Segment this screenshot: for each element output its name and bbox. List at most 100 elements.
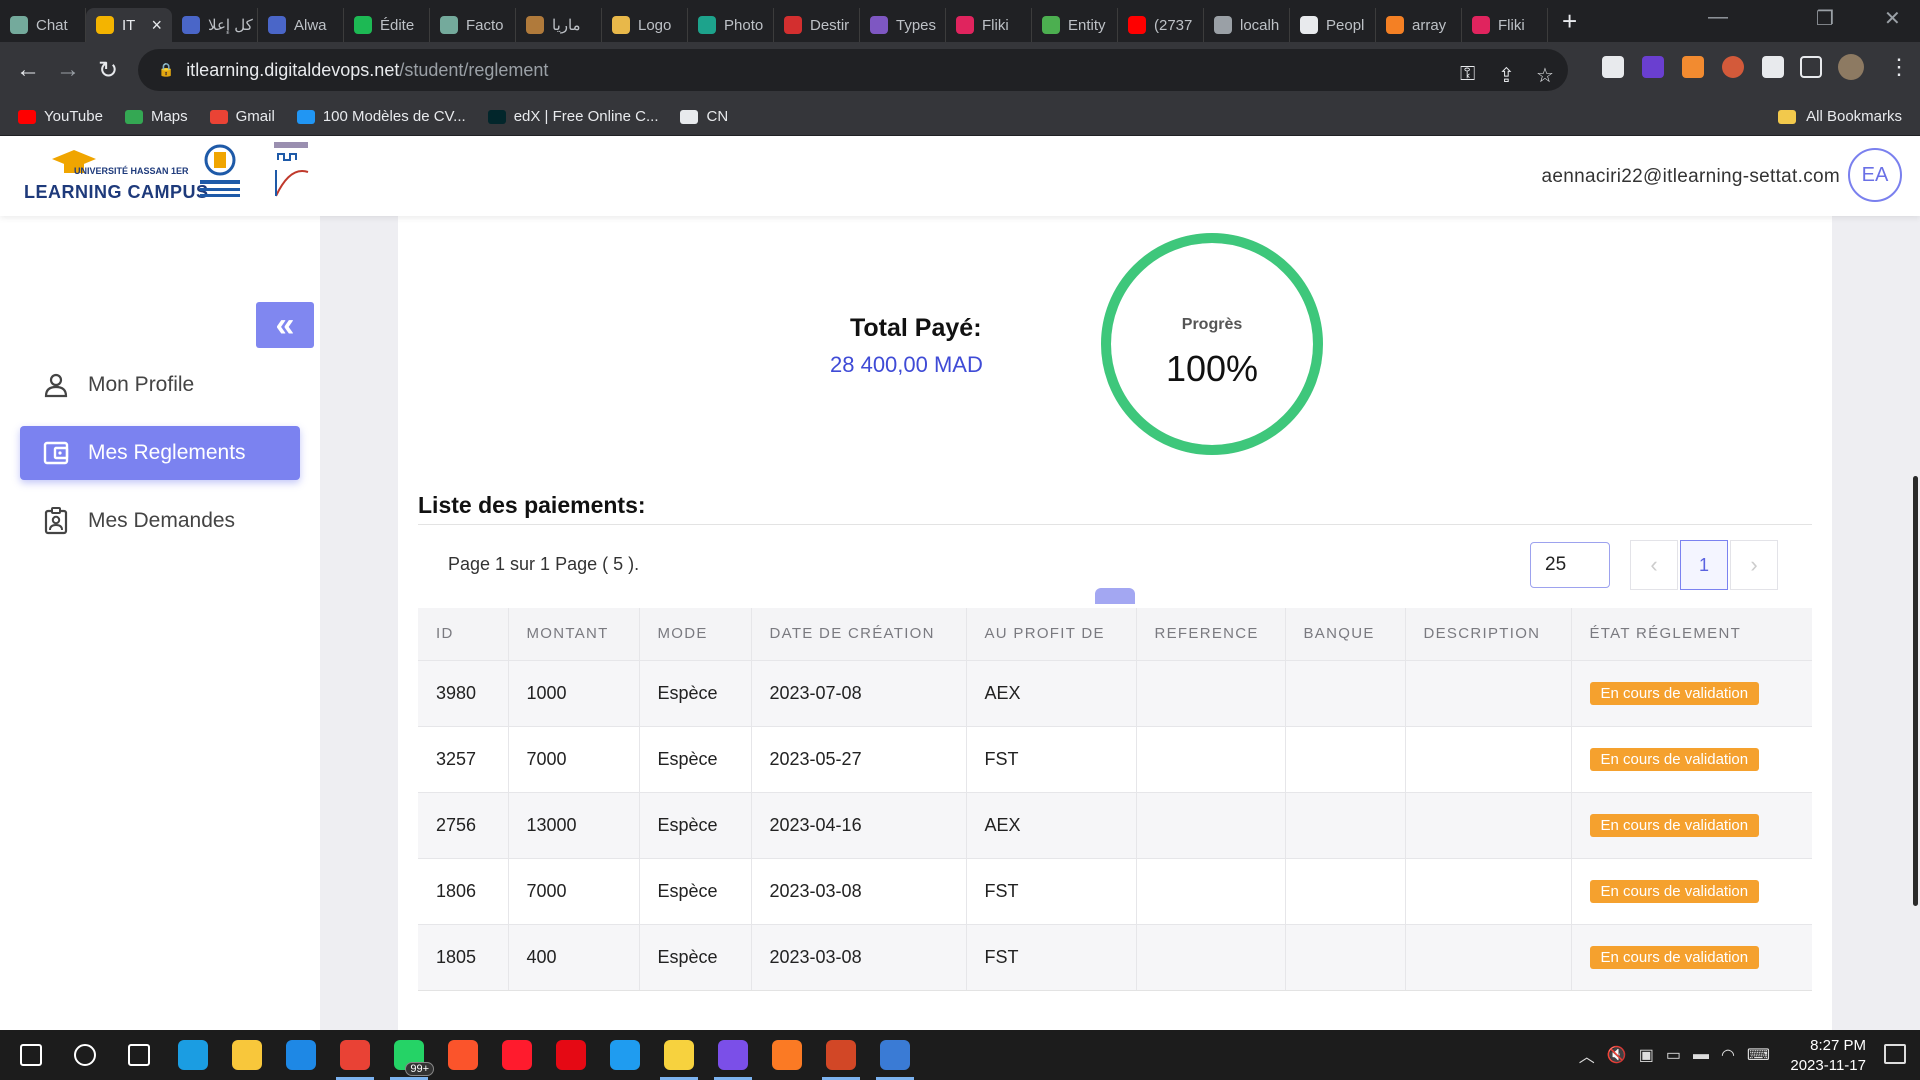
sidebar-item-mon-profile[interactable]: Mon Profile (20, 358, 300, 412)
bookmark-item[interactable]: edX | Free Online C... (487, 108, 658, 125)
per-page-input[interactable] (1530, 542, 1610, 588)
browser-tab[interactable]: Alwa (258, 8, 344, 42)
browser-menu-icon[interactable]: ⋮ (1888, 54, 1910, 80)
taskbar-app[interactable] (220, 1030, 274, 1080)
browser-tab[interactable]: (2737 (1118, 8, 1204, 42)
column-header-mode[interactable]: MODE (639, 608, 752, 660)
restore-icon[interactable]: ❐ (1816, 6, 1834, 31)
sidebar-item-mes-demandes[interactable]: Mes Demandes (20, 494, 300, 548)
browser-tab[interactable]: Logo (602, 8, 688, 42)
back-icon[interactable]: ← (8, 56, 48, 84)
taskbar-app[interactable] (112, 1030, 166, 1080)
wifi-icon[interactable]: ◠ (1721, 1045, 1735, 1065)
column-header-date[interactable]: DATE DE CRÉATION (751, 608, 967, 660)
browser-tab[interactable]: Entity (1032, 8, 1118, 42)
collapse-sidebar-button[interactable]: « (256, 302, 314, 348)
taskbar-app[interactable] (598, 1030, 652, 1080)
browser-tab[interactable]: Peopl (1290, 8, 1376, 42)
notifications-icon[interactable] (1884, 1044, 1906, 1064)
extension-cookie-icon[interactable] (1722, 56, 1744, 78)
tab-favicon-icon (784, 16, 802, 34)
taskbar-app[interactable] (544, 1030, 598, 1080)
taskbar-app[interactable] (868, 1030, 922, 1080)
key-icon[interactable]: ⚿ (1460, 63, 1475, 86)
user-avatar[interactable]: EA (1848, 148, 1902, 202)
bookmark-item[interactable]: YouTube (18, 108, 103, 125)
bookmark-item[interactable]: Maps (124, 108, 188, 125)
browser-tab[interactable]: Types (860, 8, 946, 42)
table-drag-handle[interactable] (1095, 588, 1135, 604)
extension-b-icon[interactable] (1602, 56, 1624, 78)
meet-icon[interactable]: ▣ (1639, 1045, 1654, 1065)
browser-tab[interactable]: كل إعلا (172, 8, 258, 42)
taskbar-app[interactable] (58, 1030, 112, 1080)
column-header-etat-reglement[interactable]: ÉTAT RÉGLEMENT (1571, 608, 1812, 660)
prev-page-button[interactable]: ‹ (1630, 540, 1678, 590)
minimize-icon[interactable]: — (1708, 6, 1728, 29)
progress-ring (1101, 233, 1323, 455)
column-header-reference[interactable]: REFERENCE (1136, 608, 1286, 660)
table-row[interactable]: 1805 400 Espèce 2023-03-08 FST En cours de va… (418, 923, 1812, 991)
all-bookmarks[interactable]: All Bookmarks (1778, 108, 1902, 125)
table-row[interactable]: 3980 1000 Espèce 2023-07-08 AEX En cours de v… (418, 659, 1812, 726)
extension-purple-icon[interactable] (1642, 56, 1664, 78)
browser-tab[interactable]: array (1376, 8, 1462, 42)
taskbar-app[interactable] (490, 1030, 544, 1080)
forward-icon[interactable]: → (48, 56, 88, 84)
bookmark-item[interactable]: CN (680, 108, 728, 125)
page-scrollbar-thumb[interactable] (1913, 476, 1918, 906)
keyboard-icon[interactable]: ⌨ (1747, 1045, 1770, 1065)
column-header-au-profit-de[interactable]: AU PROFIT DE (966, 608, 1137, 660)
user-email[interactable]: aennaciri22@itlearning-settat.com (1542, 166, 1841, 188)
column-header-description[interactable]: DESCRIPTION (1405, 608, 1572, 660)
display-icon[interactable]: ▭ (1666, 1045, 1681, 1065)
taskbar-app[interactable] (706, 1030, 760, 1080)
browser-tab[interactable]: ماريا (516, 8, 602, 42)
speaker-muted-icon[interactable]: 🔇 (1607, 1045, 1627, 1065)
reload-icon[interactable]: ↻ (88, 56, 128, 85)
browser-tab[interactable]: localh (1204, 8, 1290, 42)
table-row[interactable]: 1806 7000 Espèce 2023-03-08 FST En cours de v… (418, 857, 1812, 924)
extension-orange-icon[interactable] (1682, 56, 1704, 78)
taskbar-app[interactable] (760, 1030, 814, 1080)
taskbar-app[interactable] (328, 1030, 382, 1080)
share-icon[interactable]: ⇪ (1498, 63, 1515, 88)
table-row[interactable]: 2756 13000 Espèce 2023-04-16 AEX En cours de … (418, 791, 1812, 858)
table-row[interactable]: 3257 7000 Espèce 2023-05-27 FST En cours de v… (418, 725, 1812, 792)
browser-tab[interactable]: Destir (774, 8, 860, 42)
tab-close-icon[interactable]: × (151, 15, 162, 36)
browser-tab[interactable]: IT × (86, 8, 172, 42)
next-page-button[interactable]: › (1730, 540, 1778, 590)
taskbar-app[interactable] (436, 1030, 490, 1080)
profile-avatar-icon[interactable] (1838, 54, 1864, 80)
page-1-button[interactable]: 1 (1680, 540, 1728, 590)
bookmark-item[interactable]: 100 Modèles de CV... (296, 108, 466, 125)
taskbar-app[interactable] (166, 1030, 220, 1080)
column-header-montant[interactable]: MONTANT (508, 608, 640, 660)
browser-tab[interactable]: Fliki (1462, 8, 1548, 42)
taskbar-app[interactable] (274, 1030, 328, 1080)
close-window-icon[interactable]: ✕ (1884, 6, 1901, 31)
battery-icon[interactable]: ▬ (1693, 1046, 1709, 1064)
browser-tab[interactable]: Édite (344, 8, 430, 42)
lock-icon[interactable]: 🔒 (158, 62, 174, 78)
column-header-banque[interactable]: BANQUE (1285, 608, 1406, 660)
browser-tab[interactable]: Photo (688, 8, 774, 42)
taskbar-app[interactable] (652, 1030, 706, 1080)
bookmark-star-icon[interactable]: ☆ (1536, 63, 1554, 88)
browser-tab[interactable]: Fliki (946, 8, 1032, 42)
bookmark-item[interactable]: Gmail (209, 108, 275, 125)
side-panel-icon[interactable] (1800, 56, 1822, 78)
system-clock[interactable]: 8:27 PM 2023-11-17 (1790, 1036, 1866, 1076)
taskbar-app[interactable] (814, 1030, 868, 1080)
new-tab-button[interactable]: + (1562, 6, 1577, 37)
chevron-up-icon[interactable]: ︿ (1579, 1043, 1595, 1067)
taskbar-app[interactable] (4, 1030, 58, 1080)
extensions-puzzle-icon[interactable] (1762, 56, 1784, 78)
browser-tab[interactable]: Chat (0, 8, 86, 42)
browser-tab[interactable]: Facto (430, 8, 516, 42)
column-header-id[interactable]: ID (418, 608, 509, 660)
taskbar-app[interactable]: 99+ (382, 1030, 436, 1080)
sidebar-item-mes-reglements[interactable]: Mes Reglements (20, 426, 300, 480)
url-bar[interactable]: 🔒 itlearning.digitaldevops.net/student/r… (138, 49, 1568, 91)
